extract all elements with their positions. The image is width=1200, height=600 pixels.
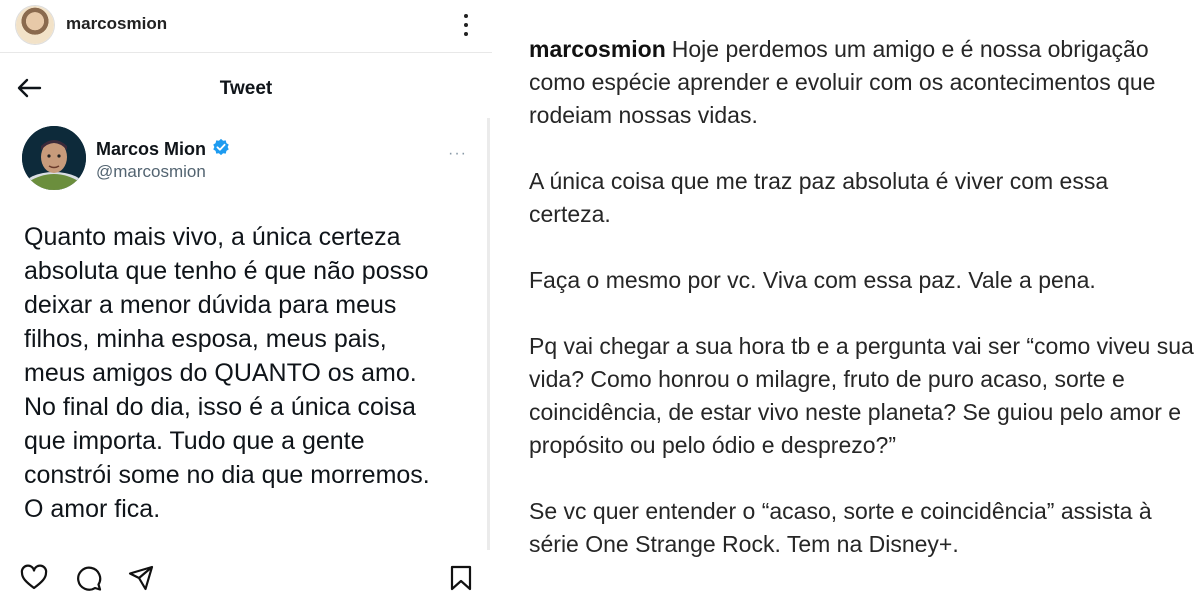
comment-icon[interactable]	[74, 564, 102, 592]
tweet-author-name: Marcos Mion	[96, 139, 207, 159]
tweet-author-avatar	[22, 126, 86, 190]
tweet-author: Marcos Mion	[96, 138, 230, 161]
caption-username[interactable]: marcosmion	[529, 36, 666, 62]
instagram-post-media: marcosmion Tweet Marcos Mion @marcosmion…	[0, 0, 492, 600]
bookmark-icon[interactable]	[447, 564, 475, 592]
tweet-text: Quanto mais vivo, a única certeza absolu…	[24, 223, 430, 523]
verified-badge-icon	[212, 138, 230, 161]
caption-paragraph: A única coisa que me traz paz absoluta é…	[529, 168, 1109, 227]
heart-icon[interactable]	[20, 564, 48, 592]
post-caption: marcosmion Hoje perdemos um amigo e é nos…	[529, 33, 1194, 594]
tweet-author-handle: @marcosmion	[96, 162, 206, 181]
profile-avatar[interactable]	[16, 6, 54, 44]
scrollbar	[487, 118, 490, 550]
post-caption-panel: marcosmion Hoje perdemos um amigo e é nos…	[492, 0, 1200, 600]
post-header: marcosmion	[0, 0, 492, 53]
caption-paragraph: marcosmion Hoje perdemos um amigo e é nos…	[529, 33, 1194, 132]
send-icon[interactable]	[127, 564, 155, 592]
caption-paragraph: Se vc quer entender o “acaso, sorte e co…	[529, 498, 1152, 557]
tweet-more-icon: ···	[448, 145, 467, 162]
more-vertical-icon[interactable]	[456, 12, 476, 38]
tweet-header-title: Tweet	[219, 78, 273, 99]
caption-paragraph: Pq vai chegar a sua hora tb e a pergunta…	[529, 333, 1194, 458]
caption-paragraph: Faça o mesmo por vc. Viva com essa paz. …	[529, 267, 1096, 293]
post-username[interactable]: marcosmion	[66, 14, 167, 34]
